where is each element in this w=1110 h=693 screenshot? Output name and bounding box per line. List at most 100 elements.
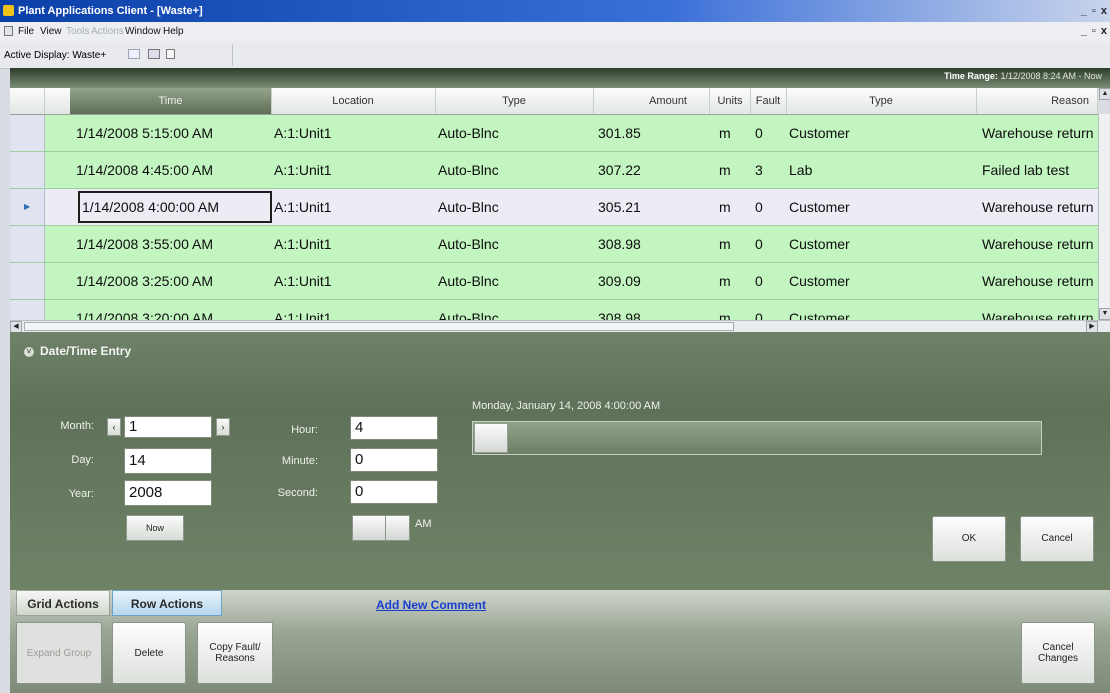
horizontal-scroll-thumb[interactable]: [24, 322, 734, 331]
cell-reason[interactable]: Warehouse return: [982, 300, 1098, 320]
cell-time[interactable]: 1/14/2008 4:45:00 AM: [76, 152, 268, 188]
table-row[interactable]: 1/14/2008 4:45:00 AM A:1:Unit1 Auto-Blnc 30…: [10, 152, 1098, 189]
cell-time[interactable]: 1/14/2008 4:00:00 AM: [76, 189, 274, 225]
cell-type[interactable]: Auto-Blnc: [438, 189, 588, 225]
column-reason[interactable]: Reason: [976, 88, 1098, 114]
cell-location[interactable]: A:1:Unit1: [274, 300, 432, 320]
lock-icon[interactable]: [166, 49, 175, 59]
cell-units[interactable]: m: [719, 115, 747, 151]
cell-fault[interactable]: 0: [755, 300, 783, 320]
cell-fault[interactable]: 0: [755, 263, 783, 299]
cancel-changes-button[interactable]: Cancel Changes: [1021, 622, 1095, 684]
cell-amount[interactable]: 301.85: [598, 115, 706, 151]
cell-fault[interactable]: 0: [755, 189, 783, 225]
cell-fault[interactable]: 3: [755, 152, 783, 188]
cell-type-2[interactable]: Customer: [789, 226, 973, 262]
cell-location[interactable]: A:1:Unit1: [274, 263, 432, 299]
row-selector[interactable]: [10, 300, 45, 320]
cell-units[interactable]: m: [719, 300, 747, 320]
menu-view[interactable]: View: [40, 26, 62, 37]
hour-field[interactable]: 4: [350, 416, 438, 440]
column-type[interactable]: Type: [435, 88, 594, 114]
cell-type[interactable]: Auto-Blnc: [438, 226, 588, 262]
row-selector[interactable]: [10, 115, 45, 151]
cell-type[interactable]: Auto-Blnc: [438, 263, 588, 299]
cell-location[interactable]: A:1:Unit1: [274, 152, 432, 188]
menu-window[interactable]: Window: [125, 26, 161, 37]
month-field[interactable]: 1: [124, 416, 212, 438]
cell-reason[interactable]: Warehouse return: [982, 115, 1098, 151]
row-selector[interactable]: [10, 226, 45, 262]
cell-units[interactable]: m: [719, 263, 747, 299]
second-field[interactable]: 0: [350, 480, 438, 504]
column-time[interactable]: Time: [70, 88, 272, 114]
year-field[interactable]: 2008: [124, 480, 212, 506]
row-selector[interactable]: [10, 152, 45, 188]
cell-reason[interactable]: Warehouse return: [982, 189, 1098, 225]
column-amount[interactable]: Amount: [593, 88, 710, 114]
cell-type[interactable]: Auto-Blnc: [438, 300, 588, 320]
cell-amount[interactable]: 308.98: [598, 226, 706, 262]
scroll-down-icon[interactable]: ▼: [1099, 308, 1110, 320]
cell-reason[interactable]: Warehouse return: [982, 226, 1098, 262]
cancel-button[interactable]: Cancel: [1020, 516, 1094, 562]
month-prev-button[interactable]: ‹: [107, 418, 121, 436]
row-selector[interactable]: [10, 263, 45, 299]
minute-field[interactable]: 0: [350, 448, 438, 472]
column-type-2[interactable]: Type: [786, 88, 977, 114]
cell-fault[interactable]: 0: [755, 226, 783, 262]
cell-time[interactable]: 1/14/2008 3:20:00 AM: [76, 300, 268, 320]
cell-fault[interactable]: 0: [755, 115, 783, 151]
ampm-toggle[interactable]: [352, 515, 410, 541]
column-units[interactable]: Units: [710, 88, 751, 114]
cell-type[interactable]: Auto-Blnc: [438, 152, 588, 188]
month-next-button[interactable]: ›: [216, 418, 230, 436]
menu-actions[interactable]: Actions: [91, 26, 124, 37]
menu-tools[interactable]: Tools: [66, 26, 89, 37]
cell-type-2[interactable]: Lab: [789, 152, 973, 188]
cell-time[interactable]: 1/14/2008 3:55:00 AM: [76, 226, 268, 262]
scroll-up-icon[interactable]: ▲: [1099, 88, 1110, 100]
grid-vertical-scrollbar[interactable]: ▲ ▼: [1098, 88, 1110, 320]
cell-type-2[interactable]: Customer: [789, 189, 973, 225]
day-field[interactable]: 14: [124, 448, 212, 474]
cell-units[interactable]: m: [719, 152, 747, 188]
cell-time[interactable]: 1/14/2008 5:15:00 AM: [76, 115, 268, 151]
cell-location[interactable]: A:1:Unit1: [274, 115, 432, 151]
cell-amount[interactable]: 307.22: [598, 152, 706, 188]
copy-fault-reasons-button[interactable]: Copy Fault/ Reasons: [197, 622, 273, 684]
table-row[interactable]: 1/14/2008 3:25:00 AM A:1:Unit1 Auto-Blnc 30…: [10, 263, 1098, 300]
collapse-icon[interactable]: ˅: [24, 346, 34, 357]
add-new-comment-link[interactable]: Add New Comment: [376, 598, 486, 612]
datetime-header[interactable]: ˅ Date/Time Entry: [24, 344, 131, 358]
column-location[interactable]: Location: [271, 88, 436, 114]
delete-button[interactable]: Delete: [112, 622, 186, 684]
now-button[interactable]: Now: [126, 515, 184, 541]
tab-grid-actions[interactable]: Grid Actions: [16, 590, 110, 616]
window-controls[interactable]: _ ▫ x: [1081, 0, 1108, 22]
cell-units[interactable]: m: [719, 189, 747, 225]
tab-row-actions[interactable]: Row Actions: [112, 590, 222, 616]
cell-location[interactable]: A:1:Unit1: [274, 189, 432, 225]
menu-file[interactable]: File: [18, 26, 34, 37]
cell-type[interactable]: Auto-Blnc: [438, 115, 588, 151]
table-row[interactable]: 1/14/2008 4:00:00 AMA:1:Unit1Auto-Blnc 30…: [10, 189, 1098, 226]
ok-button[interactable]: OK: [932, 516, 1006, 562]
menu-help[interactable]: Help: [163, 26, 184, 37]
mdi-controls[interactable]: _ ▫ x: [1081, 25, 1108, 37]
properties-icon[interactable]: [148, 49, 160, 59]
cell-amount[interactable]: 308.98: [598, 300, 706, 320]
slider-thumb[interactable]: [474, 423, 508, 453]
cell-amount[interactable]: 305.21: [598, 189, 706, 225]
cell-reason[interactable]: Warehouse return: [982, 263, 1098, 299]
expand-group-button[interactable]: Expand Group: [16, 622, 102, 684]
current-row-indicator-icon[interactable]: [10, 189, 45, 225]
print-icon[interactable]: [128, 49, 140, 59]
table-row[interactable]: 1/14/2008 3:20:00 AM A:1:Unit1 Auto-Blnc 30…: [10, 300, 1098, 320]
cell-type-2[interactable]: Customer: [789, 263, 973, 299]
datetime-slider[interactable]: [472, 421, 1042, 455]
cell-units[interactable]: m: [719, 226, 747, 262]
cell-type-2[interactable]: Customer: [789, 115, 973, 151]
cell-amount[interactable]: 309.09: [598, 263, 706, 299]
table-row[interactable]: 1/14/2008 3:55:00 AM A:1:Unit1 Auto-Blnc 30…: [10, 226, 1098, 263]
